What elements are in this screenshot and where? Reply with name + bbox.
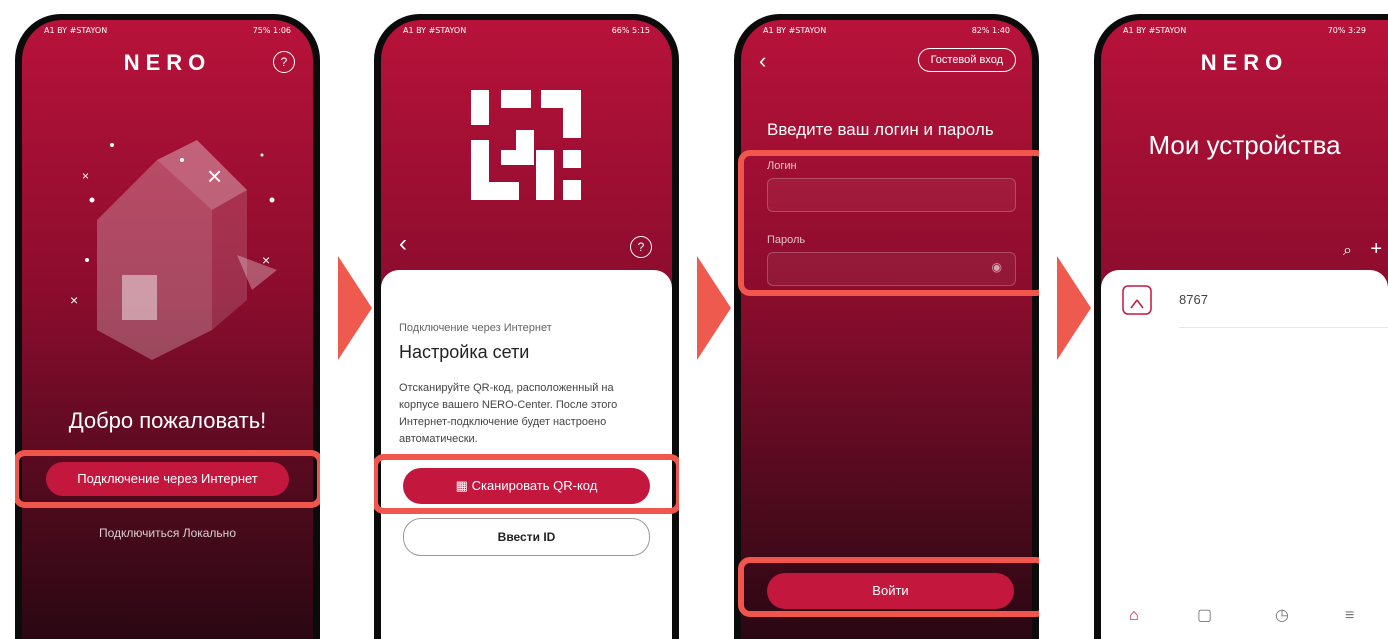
highlight-login-button xyxy=(738,557,1039,617)
screen-network-setup: A1 BY #STAYON 66% 5:15 ‹ ? Подключение ч… xyxy=(381,20,672,639)
sheet-title: Настройка сети xyxy=(399,342,530,362)
devices-title: Мои устройства xyxy=(1148,130,1341,160)
status-right: 70% 3:29 xyxy=(1327,26,1366,35)
add-device-icon[interactable]: + xyxy=(1370,238,1382,261)
device-icon xyxy=(1122,285,1152,315)
local-connect-link[interactable]: Подключиться Локально xyxy=(22,526,313,540)
phone-devices: A1 BY #STAYON 70% 3:29 NERO Мои устройст… xyxy=(1094,14,1388,639)
status-bar: A1 BY #STAYON 75% 1:06 xyxy=(22,26,313,40)
enter-id-button[interactable]: Ввести ID xyxy=(403,518,650,556)
step-arrow-icon xyxy=(697,256,731,360)
welcome-heading: Добро пожаловать! xyxy=(68,408,267,433)
screen-welcome: A1 BY #STAYON 75% 1:06 NERO ? × × × × До… xyxy=(22,20,313,639)
svg-text:×: × xyxy=(82,169,89,183)
search-icon[interactable]: ⌕ xyxy=(1343,242,1352,260)
nero-logo: NERO xyxy=(1200,50,1289,75)
step-arrow-icon xyxy=(338,256,372,360)
highlight-credentials xyxy=(738,150,1039,296)
status-left: A1 BY #STAYON xyxy=(44,26,108,35)
help-icon[interactable]: ? xyxy=(273,51,295,73)
phone-login: A1 BY #STAYON 82% 1:40 ‹ Гостевой вход В… xyxy=(734,14,1039,639)
help-icon[interactable]: ? xyxy=(630,236,652,258)
status-bar: A1 BY #STAYON 66% 5:15 xyxy=(381,26,672,40)
status-bar: A1 BY #STAYON 70% 3:29 xyxy=(1101,26,1388,40)
svg-text:×: × xyxy=(207,161,222,191)
sheet-description: Отсканируйте QR-код, расположенный на ко… xyxy=(399,382,618,445)
phone-welcome: A1 BY #STAYON 75% 1:06 NERO ? × × × × До… xyxy=(15,14,320,639)
status-left: A1 BY #STAYON xyxy=(1123,26,1187,35)
status-left: A1 BY #STAYON xyxy=(403,26,467,35)
home-icon[interactable]: ⌂ xyxy=(1129,607,1139,625)
cards-icon[interactable]: ▢ xyxy=(1197,605,1212,625)
guest-login-button[interactable]: Гостевой вход xyxy=(917,48,1016,72)
devices-list: 8767 ⌂ ▢ ◷ ≡ xyxy=(1101,270,1388,639)
svg-text:×: × xyxy=(70,292,78,308)
clock-icon[interactable]: ◷ xyxy=(1275,605,1289,625)
status-bar: A1 BY #STAYON 82% 1:40 xyxy=(741,26,1032,40)
phone-network-setup: A1 BY #STAYON 66% 5:15 ‹ ? Подключение ч… xyxy=(374,14,679,639)
step-arrow-icon xyxy=(1057,256,1091,360)
sheet-subtitle: Подключение через Интернет xyxy=(399,322,552,334)
status-left: A1 BY #STAYON xyxy=(763,26,827,35)
screen-login: A1 BY #STAYON 82% 1:40 ‹ Гостевой вход В… xyxy=(741,20,1032,639)
nero-qr-logo-icon xyxy=(471,90,581,200)
back-icon[interactable]: ‹ xyxy=(399,230,407,258)
login-heading: Введите ваш логин и пароль xyxy=(767,120,994,139)
svg-text:×: × xyxy=(262,252,270,268)
screen-devices: A1 BY #STAYON 70% 3:29 NERO Мои устройст… xyxy=(1101,20,1388,639)
highlight-internet-button xyxy=(15,450,320,508)
divider xyxy=(1179,327,1388,328)
device-name: 8767 xyxy=(1179,292,1208,307)
tab-bar: ⌂ ▢ ◷ ≡ xyxy=(1101,599,1388,639)
list-item[interactable]: 8767 xyxy=(1119,282,1388,328)
menu-icon[interactable]: ≡ xyxy=(1345,607,1354,625)
status-right: 82% 1:40 xyxy=(971,26,1010,35)
status-right: 75% 1:06 xyxy=(252,26,291,35)
highlight-scan-button xyxy=(374,454,679,514)
status-right: 66% 5:15 xyxy=(611,26,650,35)
nero-logo: NERO xyxy=(123,50,212,75)
house-illustration: × × × × xyxy=(70,140,277,360)
back-icon[interactable]: ‹ xyxy=(759,48,766,74)
